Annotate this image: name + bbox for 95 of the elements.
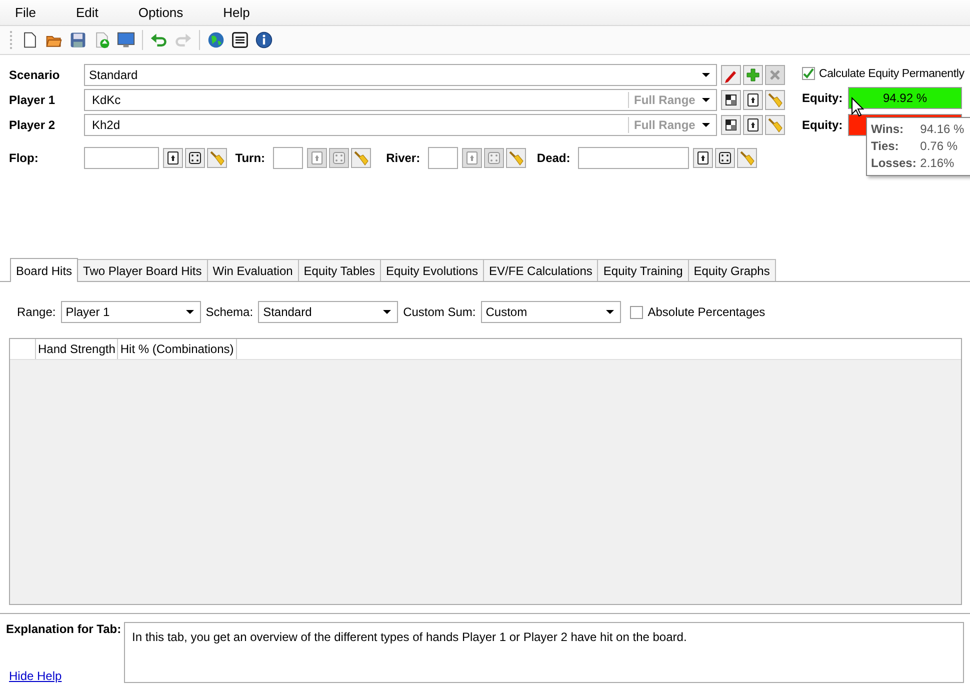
tab[interactable]: Two Player Board Hits xyxy=(77,259,208,281)
broom-icon xyxy=(767,92,783,108)
broom-icon xyxy=(209,150,225,166)
new-document-icon xyxy=(21,31,39,49)
undo-icon xyxy=(150,31,168,49)
scenario-dropdown[interactable]: Standard xyxy=(84,64,717,86)
tooltip-label: Wins: xyxy=(871,121,905,138)
checkbox-label: Absolute Percentages xyxy=(648,305,766,319)
broom-icon xyxy=(739,150,756,166)
tab[interactable]: Equity Training xyxy=(597,259,689,281)
player-label: Player 1 xyxy=(9,93,56,107)
tooltip-label: Ties: xyxy=(871,138,900,155)
cursor-icon xyxy=(851,97,864,117)
grid-icon xyxy=(723,117,739,133)
dice-icon xyxy=(486,150,502,166)
checkbox[interactable] xyxy=(802,67,815,80)
document-arrow-icon xyxy=(93,31,111,49)
card-input[interactable] xyxy=(84,147,159,169)
dice-icon xyxy=(717,150,734,166)
dice-button[interactable] xyxy=(715,148,736,168)
tab[interactable]: Equity Tables xyxy=(298,259,381,281)
column-header[interactable]: Hand Strength xyxy=(36,339,118,359)
checkbox-label: Calculate Equity Permanently xyxy=(819,68,964,80)
tab[interactable]: Equity Evolutions xyxy=(380,259,484,281)
card-button[interactable] xyxy=(743,115,763,135)
filter-label: Range: xyxy=(17,305,56,319)
tab[interactable]: Board Hits xyxy=(10,258,78,282)
help-label: Explanation for Tab: xyxy=(6,622,122,636)
equity-label: Equity: xyxy=(802,118,844,132)
list-icon xyxy=(231,31,249,49)
info-icon xyxy=(255,31,273,49)
card-input[interactable] xyxy=(578,147,690,169)
filter-dropdown[interactable]: Custom xyxy=(480,301,621,323)
equity-bar: 94.92 % xyxy=(848,87,962,109)
grid-button[interactable] xyxy=(721,90,741,110)
globe-icon xyxy=(207,31,225,49)
card-button[interactable] xyxy=(693,148,714,168)
broom-button[interactable] xyxy=(765,115,785,135)
card-button[interactable] xyxy=(743,90,763,110)
broom-button[interactable] xyxy=(765,90,785,110)
card-icon xyxy=(464,150,480,166)
board-label: Flop: xyxy=(9,151,40,165)
card-icon xyxy=(695,150,712,166)
card-icon xyxy=(165,150,181,166)
hand-range-field[interactable]: KdKc Full Range xyxy=(84,89,717,111)
tooltip-value: 94.16 % xyxy=(920,121,966,138)
grid-icon xyxy=(723,92,739,108)
dice-icon xyxy=(331,150,348,166)
dice-button[interactable] xyxy=(185,148,205,168)
tab[interactable]: Win Evaluation xyxy=(206,259,299,281)
broom-button[interactable] xyxy=(351,148,372,168)
card-input[interactable] xyxy=(428,147,458,169)
card-input[interactable] xyxy=(273,147,304,169)
card-icon xyxy=(745,92,761,108)
card-icon xyxy=(309,150,326,166)
filter-dropdown[interactable]: Standard xyxy=(258,301,398,323)
redo-icon xyxy=(174,31,192,49)
broom-button[interactable] xyxy=(207,148,227,168)
player-label: Player 2 xyxy=(9,118,56,132)
menu-item[interactable]: Help xyxy=(216,5,257,20)
tab[interactable]: EV/FE Calculations xyxy=(483,259,598,281)
tooltip-label: Losses: xyxy=(871,155,918,172)
checkbox[interactable] xyxy=(630,306,643,318)
tooltip-value: 2.16% xyxy=(920,155,956,172)
column-header[interactable]: Hit % (Combinations) xyxy=(118,339,237,359)
broom-icon xyxy=(767,117,783,133)
explanation-text: In this tab, you get an overview of the different types of hands Player 1 or Player 2 have hit on the board. xyxy=(124,622,964,683)
broom-button[interactable] xyxy=(506,148,526,168)
scenario-label: Scenario xyxy=(9,68,61,82)
menu-item[interactable]: File xyxy=(8,5,43,20)
equity-label: Equity: xyxy=(802,91,844,105)
filter-label: Schema: xyxy=(206,305,254,319)
menu-item[interactable]: Options xyxy=(131,5,190,20)
hand-range-field[interactable]: Kh2d Full Range xyxy=(84,114,717,136)
board-label: Turn: xyxy=(235,151,266,165)
filter-label: Custom Sum: xyxy=(403,305,476,319)
plus-icon xyxy=(745,67,761,83)
card-icon xyxy=(745,117,761,133)
plus-button[interactable] xyxy=(743,65,763,85)
broom-button[interactable] xyxy=(737,148,758,168)
filter-dropdown[interactable]: Player 1 xyxy=(60,301,201,323)
dice-icon xyxy=(187,150,203,166)
grid-button[interactable] xyxy=(721,115,741,135)
broom-icon xyxy=(508,150,524,166)
menu-item[interactable]: Edit xyxy=(68,5,106,20)
tab[interactable]: Equity Graphs xyxy=(688,259,776,281)
broom-icon xyxy=(353,150,370,166)
board-label: River: xyxy=(386,151,420,165)
pencil-button[interactable] xyxy=(721,65,741,85)
board-label: Dead: xyxy=(536,151,570,165)
card-button[interactable] xyxy=(163,148,183,168)
save-icon xyxy=(69,31,87,49)
monitor-icon xyxy=(117,31,135,49)
tooltip-value: 0.76 % xyxy=(920,138,959,155)
hide-help-link[interactable]: Hide Help xyxy=(9,669,124,683)
